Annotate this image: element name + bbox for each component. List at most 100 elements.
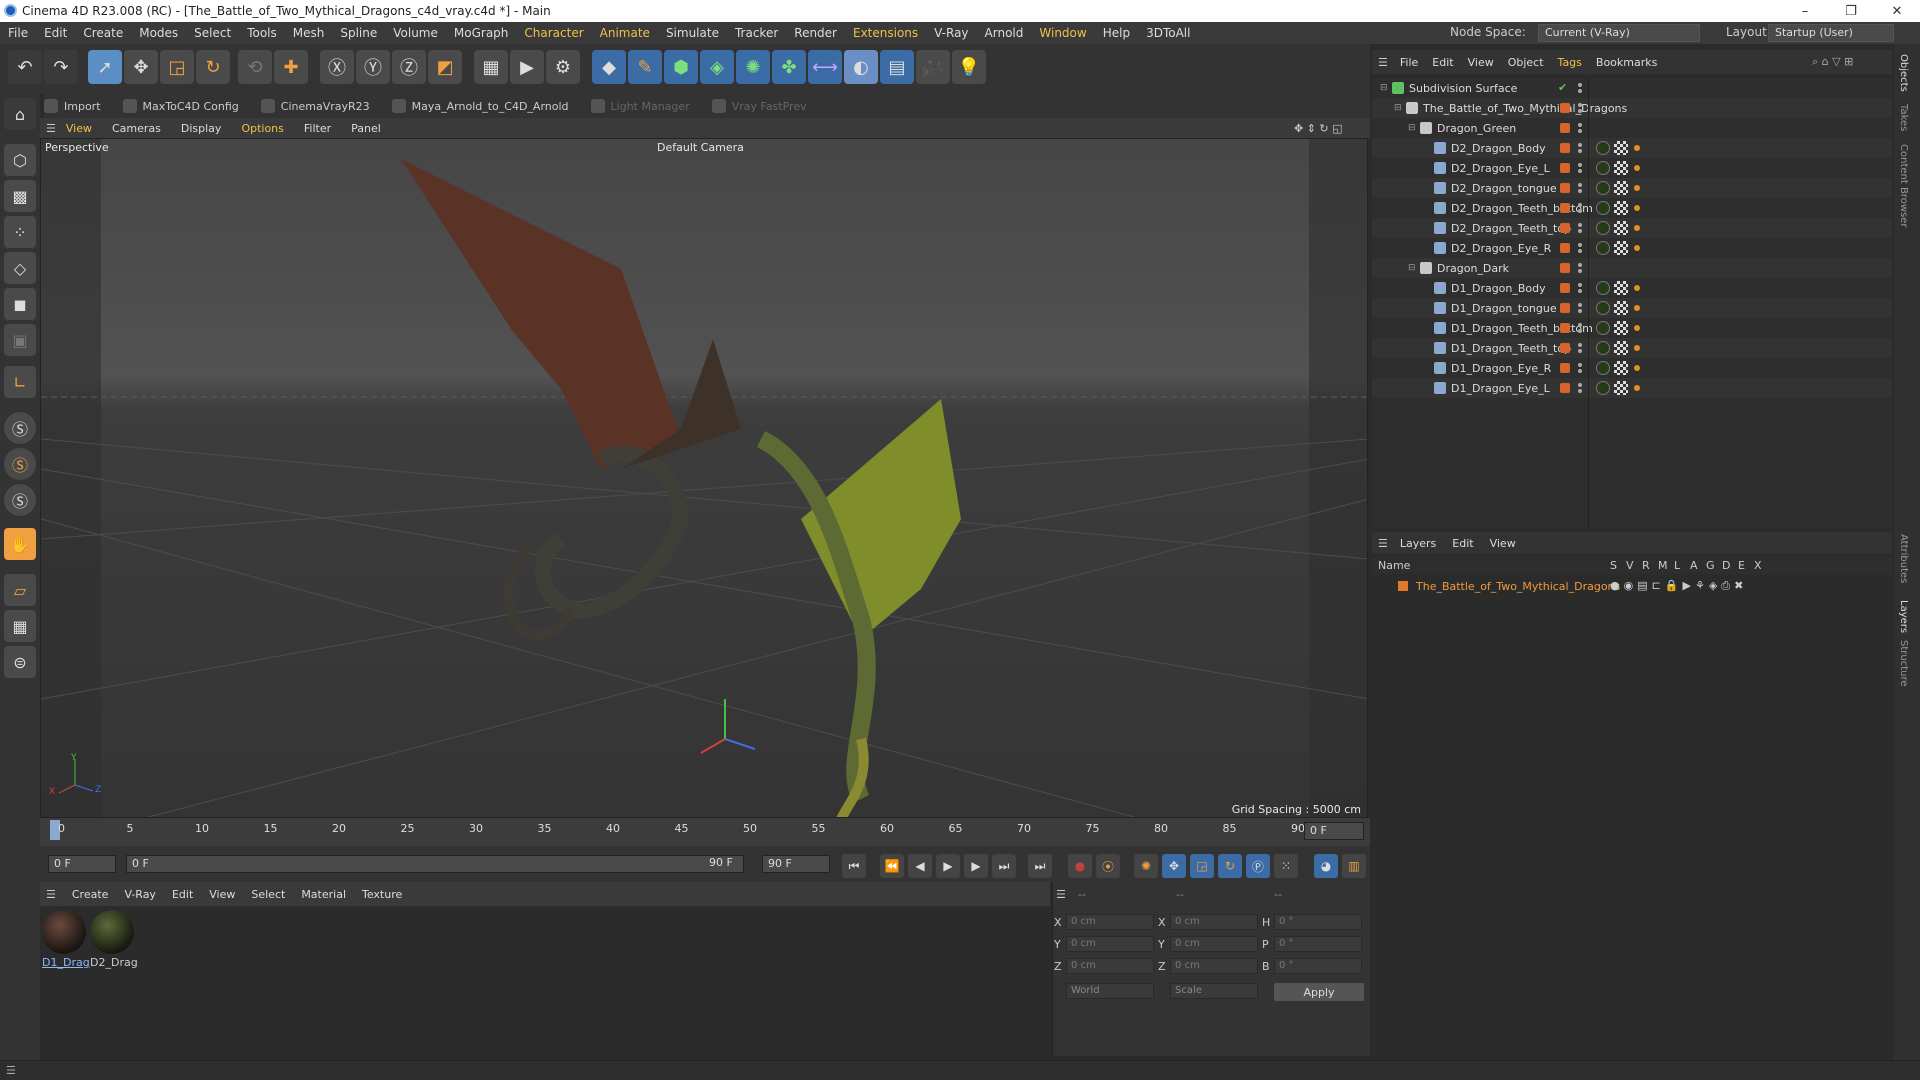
menu-vray[interactable]: V-Ray <box>926 26 976 40</box>
magnet-icon[interactable]: ✋ <box>4 528 36 560</box>
render-settings-icon[interactable]: ⚙ <box>546 50 580 84</box>
menu-create[interactable]: Create <box>75 26 131 40</box>
object-row[interactable]: D1_Dragon_Teeth_top <box>1372 338 1892 358</box>
object-name[interactable]: D1_Dragon_tongue <box>1451 302 1557 315</box>
material-tag-icon[interactable] <box>1596 321 1610 335</box>
minimize-button[interactable]: – <box>1782 0 1828 22</box>
layer-flag-icons[interactable]: ●◉▤⊏🔒▶⚘◈⎙✖ <box>1610 579 1747 593</box>
layers-menu-view[interactable]: View <box>1490 537 1516 550</box>
object-layer-color-icon[interactable] <box>1560 183 1570 193</box>
objects-menu-edit[interactable]: Edit <box>1432 56 1453 69</box>
menu-help[interactable]: Help <box>1095 26 1138 40</box>
object-layer-color-icon[interactable] <box>1560 323 1570 333</box>
object-layer-color-icon[interactable] <box>1560 103 1570 113</box>
object-name[interactable]: D2_Dragon_Eye_L <box>1451 162 1550 175</box>
coords-hamburger-icon[interactable]: ☰ <box>1056 888 1066 901</box>
snap-icon[interactable]: Ⓢ <box>4 412 36 444</box>
light-icon[interactable]: 💡 <box>952 50 986 84</box>
lock-z-axis-icon[interactable]: Ⓩ <box>392 50 426 84</box>
tab-objects[interactable]: Objects <box>1898 54 1909 92</box>
cube-icon[interactable]: ◆ <box>592 50 626 84</box>
range-start-field[interactable]: 0 F <box>126 855 744 873</box>
timeline-current-frame[interactable]: 0 F <box>1304 822 1364 840</box>
menu-mesh[interactable]: Mesh <box>285 26 333 40</box>
menu-select[interactable]: Select <box>186 26 239 40</box>
layer-row[interactable]: The_Battle_of_Two_Mythical_Dragons ●◉▤⊏🔒… <box>1372 576 1892 596</box>
expand-toggle-icon[interactable]: ⊟ <box>1394 103 1406 113</box>
tab-content-browser[interactable]: Content Browser <box>1898 144 1909 227</box>
uvw-tag-icon[interactable] <box>1614 361 1628 375</box>
expand-toggle-icon[interactable]: ⊟ <box>1408 263 1420 273</box>
locked-workplane-icon[interactable]: ⊜ <box>4 646 36 678</box>
points-mode-icon[interactable]: ⁘ <box>4 216 36 248</box>
object-layer-color-icon[interactable] <box>1560 163 1570 173</box>
layout-dropdown[interactable]: Startup (User) <box>1768 24 1894 42</box>
import-button[interactable]: Import <box>44 99 101 113</box>
object-name[interactable]: Dragon_Dark <box>1437 262 1509 275</box>
material-tag-icon[interactable] <box>1596 181 1610 195</box>
object-row[interactable]: D2_Dragon_Teeth_bottom <box>1372 198 1892 218</box>
coord-size-y-field[interactable]: 0 cm <box>1170 936 1258 952</box>
material-d2-label[interactable]: D2_Drag <box>90 956 138 969</box>
editor-visibility-dot-icon[interactable] <box>1578 163 1582 167</box>
material-tag-icon[interactable] <box>1596 301 1610 315</box>
menu-mograph[interactable]: MoGraph <box>446 26 517 40</box>
material-menu-material[interactable]: Material <box>301 888 346 901</box>
material-menu-select[interactable]: Select <box>251 888 285 901</box>
objects-menu-tags[interactable]: Tags <box>1558 56 1582 69</box>
workplane-icon[interactable]: ▱ <box>4 574 36 606</box>
viewport-menu-options[interactable]: Options <box>241 122 283 135</box>
keyframe-selection-icon[interactable]: ✺ <box>1134 854 1158 878</box>
phong-tag-icon[interactable] <box>1634 165 1640 171</box>
deformer-icon[interactable]: ✤ <box>772 50 806 84</box>
menu-render[interactable]: Render <box>786 26 845 40</box>
object-name[interactable]: D2_Dragon_Teeth_top <box>1451 222 1571 235</box>
viewport-hamburger-icon[interactable]: ☰ <box>46 122 56 135</box>
render-visibility-dot-icon[interactable] <box>1578 209 1582 213</box>
menu-window[interactable]: Window <box>1031 26 1094 40</box>
editor-visibility-dot-icon[interactable] <box>1578 83 1582 87</box>
phong-tag-icon[interactable] <box>1634 325 1640 331</box>
menu-3dtoall[interactable]: 3DToAll <box>1138 26 1198 40</box>
object-layer-color-icon[interactable] <box>1560 383 1570 393</box>
render-visibility-dot-icon[interactable] <box>1578 309 1582 313</box>
menu-simulate[interactable]: Simulate <box>658 26 727 40</box>
render-visibility-dot-icon[interactable] <box>1578 109 1582 113</box>
maxtoc4d-config-button[interactable]: MaxToC4D Config <box>122 99 239 113</box>
render-visibility-dot-icon[interactable] <box>1578 189 1582 193</box>
phong-tag-icon[interactable] <box>1634 145 1640 151</box>
menu-arnold[interactable]: Arnold <box>977 26 1032 40</box>
object-layer-color-icon[interactable] <box>1560 263 1570 273</box>
redo-icon[interactable]: ↷ <box>44 50 78 84</box>
coord-size-z-field[interactable]: 0 cm <box>1170 958 1258 974</box>
timeline-ruler[interactable]: 0 5 10 15 20 25 30 35 40 45 50 55 60 65 70 75 80 85 90 0 F <box>40 818 1370 846</box>
key-position-icon[interactable]: ✥ <box>1162 854 1186 878</box>
phong-tag-icon[interactable] <box>1634 225 1640 231</box>
editor-visibility-dot-icon[interactable] <box>1578 343 1582 347</box>
coord-rot-b-field[interactable]: 0 ° <box>1274 958 1362 974</box>
editor-visibility-dot-icon[interactable] <box>1578 103 1582 107</box>
field-icon[interactable]: ⟷ <box>808 50 842 84</box>
coord-pos-z-field[interactable]: 0 cm <box>1066 958 1154 974</box>
recent-tool-icon[interactable]: ⟲ <box>238 50 272 84</box>
object-layer-color-icon[interactable] <box>1560 363 1570 373</box>
layers-menu-layers[interactable]: Layers <box>1400 537 1436 550</box>
object-layer-color-icon[interactable] <box>1560 343 1570 353</box>
perspective-viewport[interactable]: Perspective Default Camera Grid Spacing … <box>40 138 1368 818</box>
autokey-icon[interactable]: ⦿ <box>1096 854 1120 878</box>
viewport-menu-display[interactable]: Display <box>181 122 222 135</box>
object-row[interactable]: D1_Dragon_Eye_L <box>1372 378 1892 398</box>
editor-visibility-dot-icon[interactable] <box>1578 143 1582 147</box>
select-tool-icon[interactable]: ➚ <box>88 50 122 84</box>
undo-icon[interactable]: ↶ <box>8 50 42 84</box>
lock-x-axis-icon[interactable]: Ⓧ <box>320 50 354 84</box>
coord-pos-y-field[interactable]: 0 cm <box>1066 936 1154 952</box>
uvw-tag-icon[interactable] <box>1614 141 1628 155</box>
material-menu-texture[interactable]: Texture <box>362 888 402 901</box>
menu-extensions[interactable]: Extensions <box>845 26 926 40</box>
editor-visibility-dot-icon[interactable] <box>1578 383 1582 387</box>
uvw-tag-icon[interactable] <box>1614 201 1628 215</box>
coordinate-system-icon[interactable]: ◩ <box>428 50 462 84</box>
previous-key-icon[interactable]: ⏪ <box>880 854 904 878</box>
object-name[interactable]: D1_Dragon_Eye_R <box>1451 362 1551 375</box>
